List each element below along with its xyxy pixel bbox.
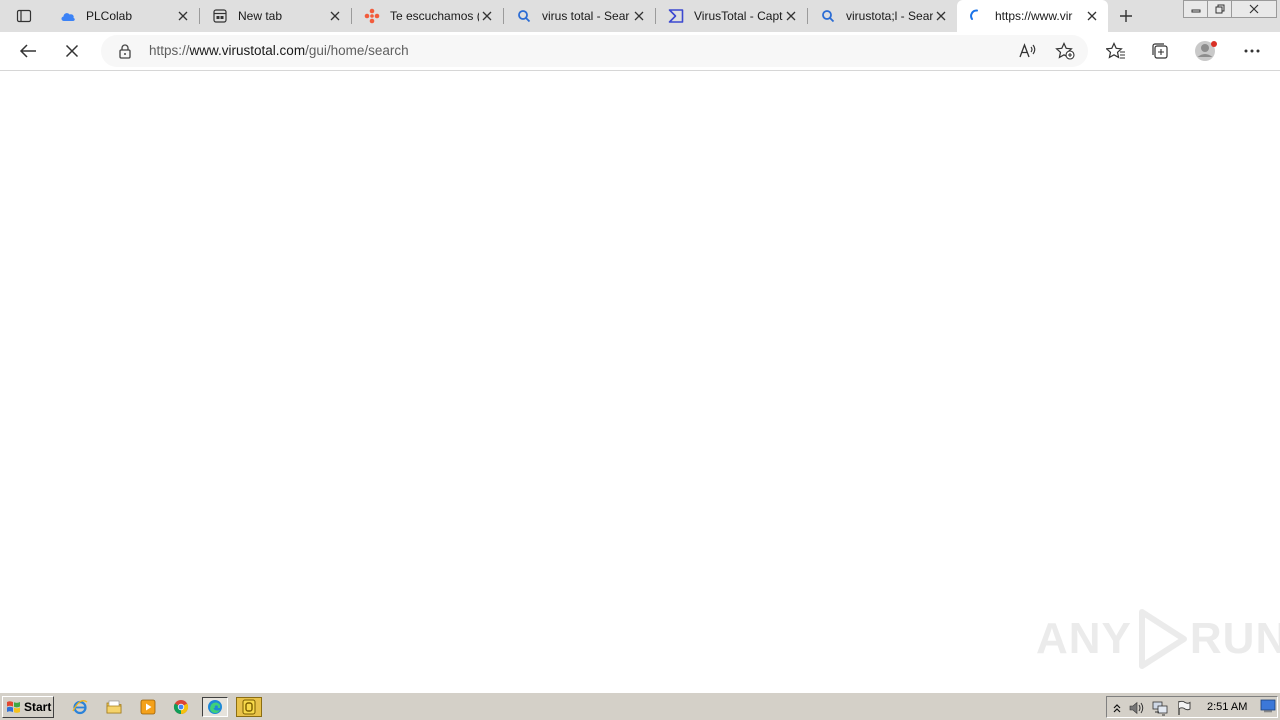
- search-icon: [516, 8, 532, 24]
- stop-loading-button[interactable]: [58, 38, 86, 64]
- close-tab-icon[interactable]: [479, 8, 495, 24]
- notes-app-icon: [242, 699, 256, 715]
- collections-button[interactable]: [1146, 38, 1174, 64]
- add-favorite-button[interactable]: [1054, 41, 1076, 61]
- start-label: Start: [24, 700, 52, 714]
- address-bar[interactable]: https://www.virustotal.com/gui/home/sear…: [101, 35, 1088, 67]
- windows-logo-icon: [7, 701, 20, 713]
- action-center-tray-icon[interactable]: [1176, 700, 1192, 716]
- favorites-button[interactable]: [1102, 38, 1130, 64]
- minimize-icon: [1191, 9, 1200, 13]
- clock[interactable]: 2:51 AM: [1207, 701, 1247, 713]
- tab-actions-button[interactable]: [8, 5, 40, 27]
- play-logo-icon: [1138, 609, 1187, 669]
- tab-title: VirusTotal - Capt: [694, 9, 783, 23]
- search-icon: [820, 8, 836, 24]
- tab-te-escuchamos[interactable]: Te escuchamos (: [352, 4, 504, 28]
- anyrun-watermark: ANY RUN: [1036, 606, 1280, 672]
- favorites-icon: [1106, 42, 1125, 59]
- page-content: [0, 71, 1280, 692]
- edge-icon: [208, 700, 222, 714]
- media-player-icon: [140, 699, 156, 715]
- tab-plcolab[interactable]: PLColab: [48, 4, 200, 28]
- profile-button[interactable]: [1192, 38, 1220, 64]
- close-window-button[interactable]: [1231, 0, 1277, 18]
- settings-menu-button[interactable]: [1238, 38, 1266, 64]
- explorer-quicklaunch[interactable]: [103, 697, 125, 717]
- tab-strip: PLColab New tab Te escuchamos ( virus to…: [0, 0, 1280, 32]
- avatar-icon: [1195, 41, 1217, 61]
- url-host: www.virustotal.com: [189, 43, 306, 58]
- browser-toolbar: https://www.virustotal.com/gui/home/sear…: [0, 32, 1280, 71]
- lock-icon: [119, 44, 131, 59]
- show-desktop-icon: [1260, 699, 1276, 713]
- close-tab-icon[interactable]: [175, 8, 191, 24]
- back-button[interactable]: [14, 38, 42, 64]
- arrow-left-icon: [19, 44, 36, 58]
- tab-title: Te escuchamos (: [390, 9, 479, 23]
- virustotal-logo-icon: [668, 8, 684, 24]
- network-tray-icon[interactable]: [1152, 700, 1168, 716]
- loading-spinner-icon: [969, 8, 985, 24]
- plus-icon: [1120, 10, 1132, 22]
- tab-title: New tab: [238, 9, 283, 23]
- tab-title: PLColab: [86, 9, 133, 23]
- cloud-icon: [60, 8, 76, 24]
- collections-icon: [1152, 43, 1168, 59]
- media-player-quicklaunch[interactable]: [137, 697, 159, 717]
- read-aloud-icon: [1019, 43, 1036, 58]
- chrome-icon: [173, 700, 189, 715]
- flag-icon: [1178, 700, 1191, 715]
- close-tab-icon[interactable]: [933, 8, 949, 24]
- internet-explorer-icon: [72, 700, 88, 715]
- tab-virustotal-typo-search[interactable]: virustota;l - Sear: [808, 4, 957, 28]
- tab-virustotal-captcha[interactable]: VirusTotal - Capt: [656, 4, 808, 28]
- edge-taskbar-button[interactable]: [202, 697, 228, 717]
- close-tab-icon[interactable]: [631, 8, 647, 24]
- dots-logo-icon: [364, 8, 380, 24]
- tab-title: virustota;l - Sear: [846, 9, 933, 23]
- system-tray: 2:51 AM: [1106, 696, 1278, 718]
- newtab-page-icon: [212, 8, 228, 24]
- close-icon: [1249, 4, 1259, 14]
- url-path: /gui/home/search: [305, 43, 409, 58]
- tab-title: https://www.vir: [995, 9, 1073, 23]
- tab-new-tab[interactable]: New tab: [200, 4, 352, 28]
- taskbar: Start 2:51 AM: [0, 692, 1280, 720]
- read-aloud-button[interactable]: [1017, 41, 1039, 61]
- folder-icon: [106, 700, 122, 714]
- tab-virustotal-active[interactable]: https://www.vir: [957, 0, 1108, 32]
- network-icon: [1152, 701, 1168, 716]
- tab-virus-total-search[interactable]: virus total - Sear: [504, 4, 656, 28]
- close-icon: [65, 44, 79, 58]
- new-tab-button[interactable]: [1114, 5, 1138, 27]
- close-tab-icon[interactable]: [327, 8, 343, 24]
- url-scheme: https://: [149, 43, 190, 58]
- chrome-quicklaunch[interactable]: [170, 697, 192, 717]
- restore-button[interactable]: [1207, 0, 1232, 18]
- tab-actions-icon: [16, 9, 32, 23]
- url-text[interactable]: https://www.virustotal.com/gui/home/sear…: [149, 43, 409, 58]
- app-taskbar-button[interactable]: [236, 697, 262, 717]
- speaker-icon: [1129, 701, 1144, 715]
- start-button[interactable]: Start: [2, 696, 54, 718]
- minimize-button[interactable]: [1183, 0, 1208, 18]
- ie-quicklaunch[interactable]: [69, 697, 91, 717]
- tab-title: virus total - Sear: [542, 9, 630, 23]
- volume-tray-icon[interactable]: [1129, 700, 1145, 716]
- star-add-icon: [1055, 42, 1075, 60]
- close-tab-icon[interactable]: [1084, 8, 1100, 24]
- more-options-icon: [1244, 49, 1260, 53]
- tray-expand-button[interactable]: [1109, 700, 1125, 716]
- close-tab-icon[interactable]: [783, 8, 799, 24]
- chevron-up-icon: [1113, 704, 1121, 713]
- show-desktop-button[interactable]: [1260, 699, 1276, 713]
- restore-icon: [1215, 4, 1224, 14]
